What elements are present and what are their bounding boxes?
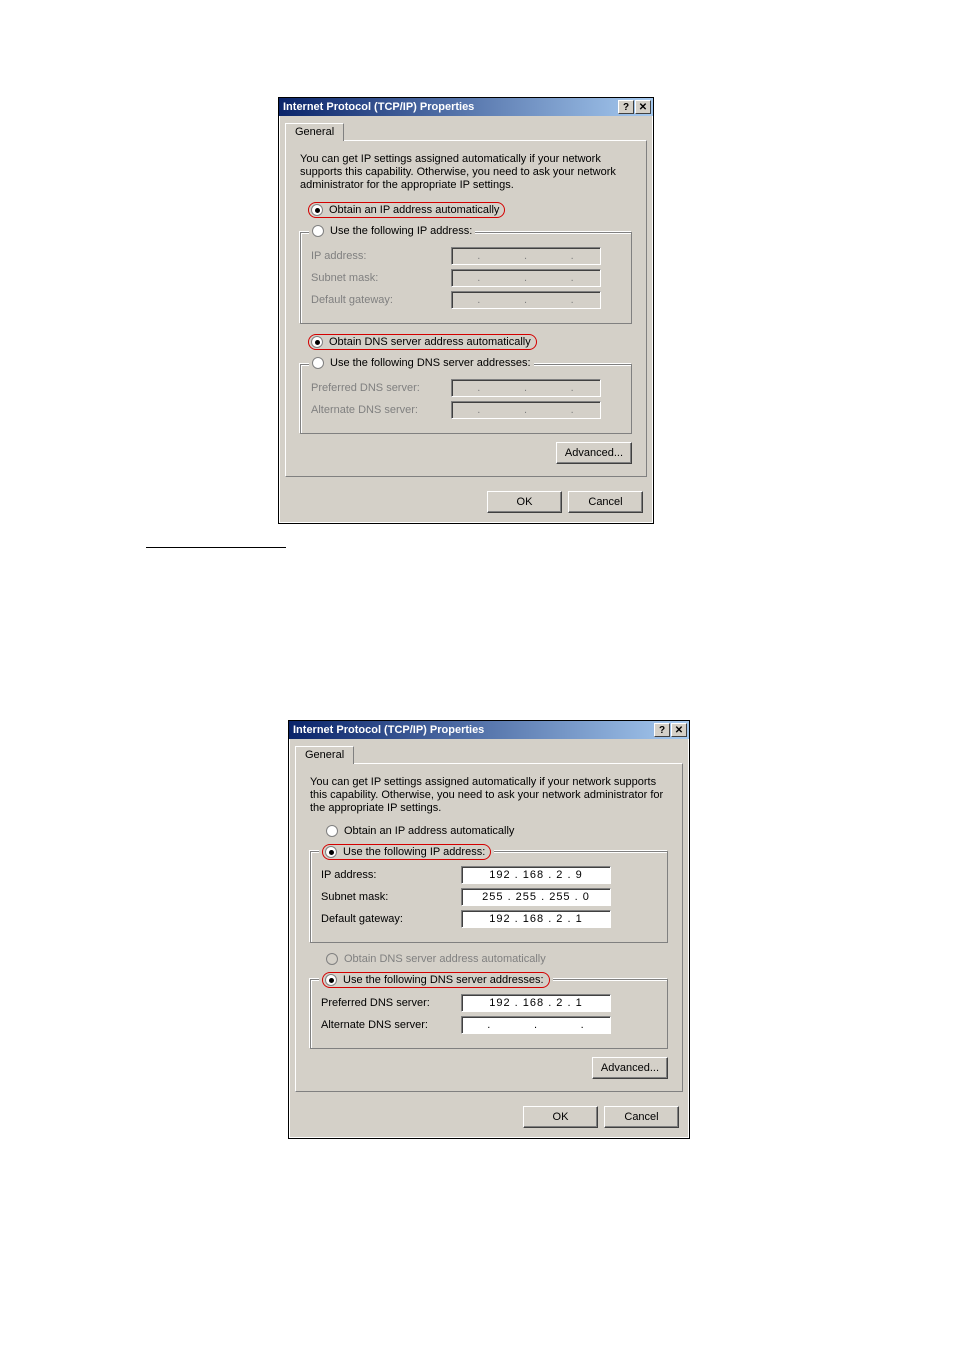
help-button[interactable]: ? [618, 100, 634, 114]
manual-dns-group: Use the following DNS server addresses: … [300, 364, 632, 434]
manual-ip-group: Use the following IP address: IP address… [300, 232, 632, 324]
radio-icon [326, 953, 338, 965]
cancel-button[interactable]: Cancel [568, 491, 643, 513]
cancel-button[interactable]: Cancel [604, 1106, 679, 1128]
radio-icon [312, 357, 324, 369]
help-button[interactable]: ? [654, 723, 670, 737]
alternate-dns-input[interactable]: ... [461, 1016, 611, 1034]
highlight-oval: Obtain an IP address automatically [308, 202, 505, 218]
close-button[interactable]: ✕ [671, 723, 687, 737]
preferred-dns-value: 192 . 168 . 2 . 1 [489, 997, 582, 1009]
ip-address-label: IP address: [321, 869, 461, 881]
radio-use-following-dns[interactable]: Use the following DNS server addresses: [309, 357, 534, 369]
subnet-mask-input: ... [451, 269, 601, 287]
highlight-oval: Use the following IP address: [322, 844, 491, 860]
tab-panel: You can get IP settings assigned automat… [295, 763, 683, 1092]
alternate-dns-label: Alternate DNS server: [311, 404, 451, 416]
highlight-oval: Use the following DNS server addresses: [322, 972, 550, 988]
tab-panel: You can get IP settings assigned automat… [285, 140, 647, 477]
subnet-mask-label: Subnet mask: [321, 891, 461, 903]
radio-icon [311, 336, 323, 348]
radio-obtain-dns-auto[interactable]: Obtain DNS server address automatically [308, 334, 632, 350]
titlebar[interactable]: Internet Protocol (TCP/IP) Properties ? … [289, 721, 689, 739]
tcpip-properties-dialog-manual: Internet Protocol (TCP/IP) Properties ? … [288, 720, 690, 1139]
window-title: Internet Protocol (TCP/IP) Properties [293, 724, 654, 736]
radio-label: Obtain an IP address automatically [344, 825, 514, 837]
subnet-mask-input[interactable]: 255 . 255 . 255 . 0 [461, 888, 611, 906]
close-button[interactable]: ✕ [635, 100, 651, 114]
explanation-text: You can get IP settings assigned automat… [300, 153, 632, 192]
tcpip-properties-dialog-auto: Internet Protocol (TCP/IP) Properties ? … [278, 97, 654, 524]
explanation-text: You can get IP settings assigned automat… [310, 776, 668, 815]
ip-address-label: IP address: [311, 250, 451, 262]
ip-address-input[interactable]: 192 . 168 . 2 . 9 [461, 866, 611, 884]
radio-icon [325, 846, 337, 858]
subnet-mask-value: 255 . 255 . 255 . 0 [482, 891, 590, 903]
radio-use-following-dns[interactable]: Use the following DNS server addresses: [319, 972, 553, 988]
radio-label: Use the following IP address: [343, 846, 485, 858]
default-gateway-label: Default gateway: [311, 294, 451, 306]
preferred-dns-label: Preferred DNS server: [321, 997, 461, 1009]
highlight-oval: Obtain DNS server address automatically [308, 334, 537, 350]
divider-line [146, 547, 286, 548]
window-title: Internet Protocol (TCP/IP) Properties [283, 101, 618, 113]
radio-label: Obtain an IP address automatically [329, 204, 499, 216]
subnet-mask-label: Subnet mask: [311, 272, 451, 284]
advanced-button[interactable]: Advanced... [592, 1057, 668, 1079]
default-gateway-label: Default gateway: [321, 913, 461, 925]
radio-icon [311, 204, 323, 216]
ip-address-value: 192 . 168 . 2 . 9 [489, 869, 582, 881]
tab-general[interactable]: General [295, 746, 354, 764]
default-gateway-input: ... [451, 291, 601, 309]
default-gateway-input[interactable]: 192 . 168 . 2 . 1 [461, 910, 611, 928]
preferred-dns-input[interactable]: 192 . 168 . 2 . 1 [461, 994, 611, 1012]
radio-icon [325, 974, 337, 986]
radio-obtain-dns-auto: Obtain DNS server address automatically [326, 953, 668, 965]
radio-use-following-ip[interactable]: Use the following IP address: [319, 844, 494, 860]
ok-button[interactable]: OK [523, 1106, 598, 1128]
tab-general[interactable]: General [285, 123, 344, 141]
titlebar[interactable]: Internet Protocol (TCP/IP) Properties ? … [279, 98, 653, 116]
radio-icon [326, 825, 338, 837]
tab-strip: General [289, 739, 689, 763]
radio-label: Use the following DNS server addresses: [330, 357, 531, 369]
default-gateway-value: 192 . 168 . 2 . 1 [489, 913, 582, 925]
preferred-dns-input: ... [451, 379, 601, 397]
radio-icon [312, 225, 324, 237]
manual-ip-group: Use the following IP address: IP address… [310, 851, 668, 943]
radio-label: Obtain DNS server address automatically [344, 953, 546, 965]
alternate-dns-label: Alternate DNS server: [321, 1019, 461, 1031]
alternate-dns-input: ... [451, 401, 601, 419]
radio-label: Use the following IP address: [330, 225, 472, 237]
radio-label: Use the following DNS server addresses: [343, 974, 544, 986]
radio-label: Obtain DNS server address automatically [329, 336, 531, 348]
radio-obtain-ip-auto[interactable]: Obtain an IP address automatically [326, 825, 668, 837]
manual-dns-group: Use the following DNS server addresses: … [310, 979, 668, 1049]
radio-use-following-ip[interactable]: Use the following IP address: [309, 225, 475, 237]
radio-obtain-ip-auto[interactable]: Obtain an IP address automatically [308, 202, 632, 218]
ok-button[interactable]: OK [487, 491, 562, 513]
advanced-button[interactable]: Advanced... [556, 442, 632, 464]
preferred-dns-label: Preferred DNS server: [311, 382, 451, 394]
ip-address-input: ... [451, 247, 601, 265]
tab-strip: General [279, 116, 653, 140]
